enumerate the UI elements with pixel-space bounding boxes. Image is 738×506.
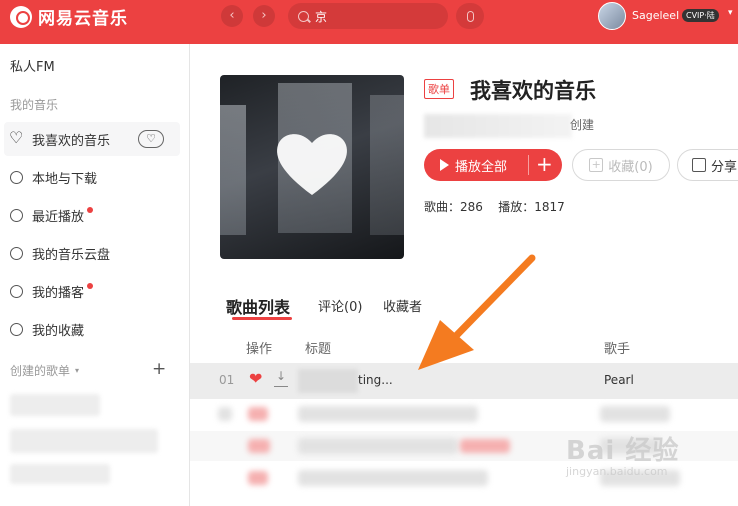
chevron-right-icon: › xyxy=(261,8,267,23)
column-header-title[interactable]: 标题 xyxy=(305,338,331,357)
collect-button[interactable]: + 收藏(0) xyxy=(572,149,670,181)
cover-window xyxy=(370,95,404,235)
podcast-icon xyxy=(10,284,23,298)
playlist-tag: 歌单 xyxy=(424,79,454,99)
share-button[interactable]: 分享 xyxy=(677,149,738,181)
column-header-artist[interactable]: 歌手 xyxy=(604,338,630,357)
blurred-playlist-item[interactable] xyxy=(10,429,158,453)
playlist-cover xyxy=(220,75,404,259)
blurred-playlist-item[interactable] xyxy=(10,464,110,484)
download-icon xyxy=(10,170,23,184)
playlist-title: 我喜欢的音乐 xyxy=(470,79,596,103)
creator-info-blurred[interactable] xyxy=(424,114,572,138)
cloud-icon xyxy=(10,246,23,260)
sidebar-item-label: 最近播放 xyxy=(32,209,85,225)
share-icon xyxy=(692,158,706,172)
play-icon xyxy=(440,159,449,171)
clock-icon xyxy=(10,208,23,222)
netease-music-logo-icon xyxy=(10,5,32,28)
tab-song-list[interactable]: 歌曲列表 xyxy=(226,294,290,318)
blurred-cell xyxy=(248,407,268,421)
sidebar-item-label: 我喜欢的音乐 xyxy=(32,133,111,149)
search-input[interactable] xyxy=(315,9,435,23)
blurred-cell xyxy=(460,439,510,453)
forward-button[interactable]: › xyxy=(253,5,275,27)
blurred-playlist-item[interactable] xyxy=(10,394,100,416)
app-name: 网易云音乐 xyxy=(38,9,128,29)
mic-icon xyxy=(466,10,474,22)
search-box[interactable] xyxy=(288,3,448,29)
play-all-label: 播放全部 xyxy=(455,159,508,175)
sidebar-item-local-download[interactable]: 本地与下载 xyxy=(4,160,180,194)
chevron-left-icon: ‹ xyxy=(229,8,235,23)
tab-collectors[interactable]: 收藏者 xyxy=(383,296,422,315)
sidebar-item-private-fm[interactable]: 私人FM xyxy=(10,56,55,75)
sidebar-item-cloud-disk[interactable]: 我的音乐云盘 xyxy=(4,236,180,270)
download-icon[interactable] xyxy=(274,369,288,387)
blurred-cell xyxy=(248,439,270,453)
column-header-ops: 操作 xyxy=(246,342,273,357)
collect-icon: + xyxy=(589,158,604,172)
sidebar-item-podcast[interactable]: 我的播客 xyxy=(4,274,180,308)
sidebar-item-recent[interactable]: 最近播放 xyxy=(4,198,180,232)
username[interactable]: Sageleel xyxy=(632,9,679,22)
created-label: 创建 xyxy=(570,118,595,132)
section-label: 创建的歌单 xyxy=(10,364,71,378)
songs-count-value: 286 xyxy=(460,200,483,214)
blurred-cell xyxy=(298,470,488,486)
title-blurred xyxy=(298,369,358,393)
blurred-cell xyxy=(298,438,458,454)
sidebar-item-liked-music[interactable]: 我喜欢的音乐 ♡ xyxy=(4,122,180,156)
sidebar-item-label: 本地与下载 xyxy=(32,171,98,187)
blurred-cell xyxy=(248,471,268,485)
back-button[interactable]: ‹ xyxy=(221,5,243,27)
top-bar: 网易云音乐 ‹ › Sageleel CVIP·陆 ▾ xyxy=(0,0,738,44)
chevron-down-icon[interactable]: ▾ xyxy=(728,8,733,18)
song-artist[interactable]: Pearl xyxy=(604,373,634,387)
notification-dot xyxy=(87,283,94,289)
table-row[interactable]: 01 ❤ ting... Pearl xyxy=(190,363,738,399)
search-icon xyxy=(298,10,309,22)
avatar[interactable] xyxy=(598,2,626,30)
sidebar-item-label: 我的收藏 xyxy=(32,323,85,339)
plays-count-value: 1817 xyxy=(534,200,565,214)
row-number: 01 xyxy=(219,373,235,387)
user-collect-icon xyxy=(10,322,23,336)
add-to-queue-button[interactable]: + xyxy=(536,152,553,176)
app-logo[interactable]: 网易云音乐 xyxy=(10,4,128,29)
vip-badge[interactable]: CVIP·陆 xyxy=(682,9,719,22)
baidu-jingyan-watermark: Bai 经验 jingyan.baidu.com xyxy=(566,430,679,478)
sidebar-item-label: 我的播客 xyxy=(32,285,85,301)
tab-comments[interactable]: 评论(0) xyxy=(318,296,362,315)
sidebar-section-my-music: 我的音乐 xyxy=(10,98,59,112)
chevron-down-icon: ▾ xyxy=(75,366,80,375)
voice-search-button[interactable] xyxy=(456,3,484,29)
active-tab-indicator xyxy=(232,317,292,320)
sidebar-item-collection[interactable]: 我的收藏 xyxy=(4,312,180,346)
blurred-cell xyxy=(298,406,478,422)
song-title[interactable]: ting... xyxy=(358,373,393,387)
sidebar: 私人FM 我的音乐 我喜欢的音乐 ♡ 本地与下载 最近播放 我的音乐云盘 我的播… xyxy=(0,44,190,506)
notification-dot xyxy=(87,207,94,213)
watermark-main: Bai 经验 xyxy=(566,436,680,466)
collect-label: 收藏(0) xyxy=(608,159,653,175)
blurred-cell xyxy=(218,407,232,421)
heart-icon xyxy=(277,134,347,195)
add-playlist-button[interactable]: + xyxy=(152,359,166,379)
watermark-sub: jingyan.baidu.com xyxy=(566,465,668,478)
playlist-stats: 歌曲：286 播放：1817 xyxy=(424,198,565,215)
cover-window xyxy=(220,105,246,235)
share-label: 分享 xyxy=(711,159,738,175)
heart-icon xyxy=(9,128,23,147)
table-row[interactable] xyxy=(190,399,738,429)
sidebar-section-created-playlists[interactable]: 创建的歌单 ▾ xyxy=(10,362,79,379)
songs-count-label: 歌曲： xyxy=(424,200,461,214)
heart-mode-button[interactable]: ♡ xyxy=(138,130,164,148)
sidebar-item-label: 我的音乐云盘 xyxy=(32,247,111,263)
liked-heart-icon[interactable]: ❤ xyxy=(249,369,262,388)
divider xyxy=(528,155,529,175)
blurred-cell xyxy=(600,406,670,422)
plays-count-label: 播放： xyxy=(498,200,535,214)
play-all-button[interactable]: 播放全部 + xyxy=(424,149,562,181)
